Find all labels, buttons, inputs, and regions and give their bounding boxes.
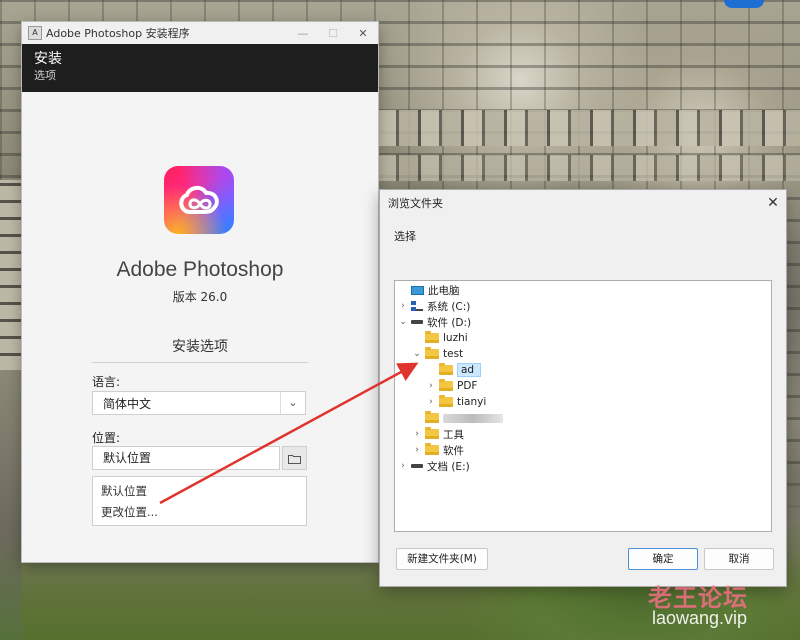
- watermark-url: laowang.vip: [652, 608, 748, 628]
- annotation-arrow: [159, 362, 419, 505]
